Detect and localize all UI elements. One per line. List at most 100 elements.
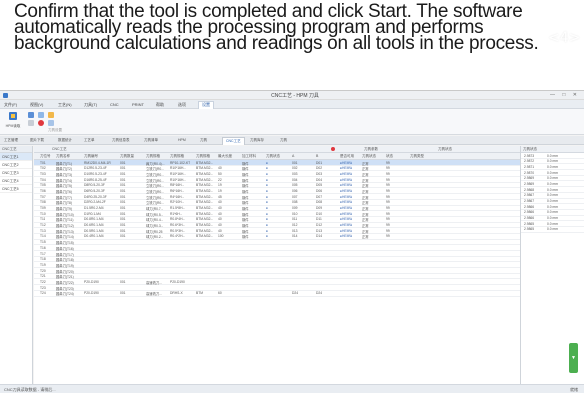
table-cell: 99 — [386, 206, 390, 210]
refresh-icon[interactable] — [38, 112, 44, 118]
menu-item[interactable]: 设置 — [198, 101, 214, 109]
column-header-cell[interactable]: 刀具状态 — [266, 154, 280, 159]
document-tab[interactable]: 刀具 — [200, 138, 207, 143]
tool-length-value: 2.9866 — [524, 204, 535, 209]
table-cell: D07 — [316, 194, 323, 199]
menu-item[interactable]: 刀具(T) — [84, 102, 97, 108]
column-header-cell[interactable]: 刀具规格 — [146, 154, 160, 159]
table-cell: D12 — [316, 223, 323, 228]
process-list-item[interactable]: CNC工艺4 — [0, 177, 32, 185]
table-cell: T21 — [40, 274, 46, 279]
column-header-cell[interactable]: 刀位号 — [40, 154, 51, 159]
document-tab[interactable]: HPM — [178, 138, 186, 142]
table-cell: BTM-M32... — [196, 206, 214, 210]
table-cell: ● — [266, 234, 268, 239]
process-list-item[interactable]: CNC工艺5 — [0, 185, 32, 193]
table-cell: ●HEMW — [340, 188, 353, 193]
export-icon[interactable] — [48, 120, 54, 126]
table-cell: T17 — [40, 251, 46, 256]
document-tab[interactable]: 数据统计 — [58, 138, 72, 143]
column-header-cell[interactable]: 最大长度 — [218, 154, 232, 159]
error-icon[interactable] — [38, 120, 44, 126]
column-header-cell[interactable]: 刀具规格 — [170, 154, 184, 159]
table-cell: D02 — [316, 166, 323, 171]
table-cell: 001 — [120, 217, 126, 222]
column-header-cell[interactable]: 加工材料 — [242, 154, 256, 159]
menu-item[interactable]: 文件(F) — [4, 102, 17, 108]
table-cell: ● — [266, 228, 268, 233]
hpm-read-button[interactable]: HPM读取 — [4, 111, 22, 131]
process-list-item[interactable]: CNC工艺3 — [0, 169, 32, 177]
column-header-cell[interactable]: A — [292, 154, 294, 158]
document-tab[interactable]: 刀具信息表 — [112, 138, 130, 143]
settings-icon[interactable] — [28, 112, 34, 118]
vertical-scrollbar[interactable]: ▼ — [569, 343, 578, 373]
table-row[interactable]: T24 圆鼻刀(T24) P20-D190 001 高速铣刀... DRHS-X BTM 60… — [34, 291, 520, 297]
document-tab[interactable]: 工艺单 — [84, 138, 95, 143]
start-icon[interactable] — [48, 112, 54, 118]
menu-item[interactable]: 选项 — [178, 102, 186, 108]
table-cell: D1R0.1-M4 — [84, 211, 101, 216]
menu-item[interactable]: CNC — [110, 102, 119, 107]
table-cell: 001 — [120, 160, 126, 165]
table-cell: ●HEMW — [340, 206, 353, 210]
menu-item[interactable]: 视图(V) — [30, 102, 43, 108]
ribbon-group-label: 刀具设置 — [48, 128, 62, 132]
menu-item[interactable]: 工艺(N) — [58, 102, 72, 108]
tool-offset-value: 0.0 mm — [547, 170, 558, 175]
document-tab[interactable]: 刀具 — [280, 138, 287, 143]
table-cell: D0.6R0.1-M4 — [84, 223, 104, 228]
menu-item[interactable]: 帮助 — [156, 102, 164, 108]
document-tab[interactable]: 工艺管理 — [4, 138, 18, 143]
table-cell: 99 — [386, 177, 390, 182]
column-header-cell[interactable]: 刀具状态 — [362, 154, 376, 159]
table-cell: T20 — [40, 268, 46, 273]
table-cell: BTM-M32... — [196, 160, 214, 165]
window-controls[interactable]: — □ ✕ — [550, 92, 580, 98]
table-cell: T01 — [40, 160, 46, 165]
table-cell: 高速铣刀... — [146, 292, 162, 297]
table-cell: 圆鼻刀(T24) — [56, 292, 74, 297]
table-cell: ● — [266, 200, 268, 205]
table-cell: D24 — [316, 291, 323, 296]
tool-offset-value: 0.0 mm — [547, 204, 558, 209]
column-header-cell[interactable]: 刀具名称 — [56, 154, 70, 159]
tool-offset-value: 0.0 mm — [547, 216, 558, 221]
table-cell: P20-D190 — [84, 291, 99, 296]
column-header-cell[interactable]: 刀具类型 — [410, 154, 424, 159]
table-cell: T11 — [40, 217, 46, 222]
process-list-item[interactable]: CNC工艺2 — [0, 161, 32, 169]
document-tab[interactable]: 刀具清单 — [144, 138, 158, 143]
table-cell: BTM-M32... — [196, 177, 214, 182]
column-header-cell[interactable]: 刀具数量 — [120, 154, 134, 159]
table-cell: 002 — [292, 166, 298, 171]
tool-length-value: 2.9872 — [524, 159, 535, 164]
column-header-cell[interactable]: B — [316, 154, 318, 158]
column-header-cell[interactable]: 刀具规格 — [196, 154, 210, 159]
table-cell: BTM-M32... — [196, 188, 214, 193]
tool-offset-value: 0.0 mm — [547, 187, 558, 192]
table-cell: D01 — [316, 160, 323, 165]
tool-length-value: 2.9866 — [524, 210, 535, 215]
table-cell: T08 — [40, 200, 46, 205]
table-cell: BTM-M32... — [196, 228, 214, 233]
table-cell: 40 — [218, 223, 222, 228]
column-header-cell[interactable]: 刀具编号 — [84, 154, 98, 159]
tool-offset-value: 0.0 mm — [547, 210, 558, 215]
table-cell: 006 — [292, 188, 298, 193]
table-cell: ●HEMW — [340, 211, 353, 216]
document-tab[interactable]: 刀具库存 — [250, 138, 264, 143]
table-cell: R10*16H... — [170, 166, 187, 171]
column-header-cell[interactable]: 是否可用 — [340, 154, 354, 159]
menu-item[interactable]: PRINT — [132, 102, 144, 107]
table-cell: T14 — [40, 234, 46, 239]
stop-icon[interactable] — [28, 120, 34, 126]
process-list-item[interactable]: CNC工艺1 — [0, 153, 32, 161]
table-cell: P20-D190 — [84, 279, 99, 284]
column-header-cell[interactable]: 状态 — [386, 154, 393, 159]
table-cell: 005 — [292, 183, 298, 188]
document-tab[interactable]: 图片下载 — [30, 138, 44, 143]
table-cell: ●HEMW — [340, 200, 353, 205]
document-tab[interactable]: CNC工艺 — [222, 137, 245, 145]
status-bar: CNC刀具读取数据 - 请稍后... 就绪 — [0, 384, 584, 393]
